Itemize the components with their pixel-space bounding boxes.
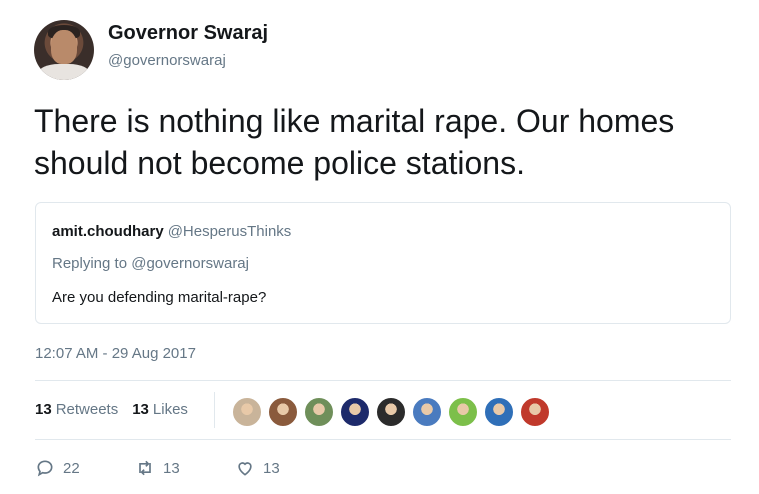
avatar-3[interactable]	[304, 397, 334, 427]
likes-stat[interactable]: 13 Likes	[132, 401, 188, 418]
reply-count: 22	[63, 459, 80, 477]
like-count: 13	[263, 459, 280, 477]
author-name[interactable]: Governor Swaraj	[108, 22, 268, 45]
engagement-stats: 13 Retweets 13 Likes	[35, 401, 188, 418]
author-avatar[interactable]	[34, 20, 94, 80]
likes-count: 13	[132, 401, 149, 418]
retweets-count: 13	[35, 401, 52, 418]
retweets-stat[interactable]: 13 Retweets	[35, 401, 118, 418]
retweet-count: 13	[163, 459, 180, 477]
likes-label: Likes	[152, 401, 188, 418]
reply-button[interactable]: 22	[35, 458, 135, 478]
retweets-label: Retweets	[55, 401, 119, 418]
stats-separator	[214, 392, 215, 428]
quoted-author-handle: @HesperusThinks	[167, 223, 292, 240]
tweet-timestamp[interactable]: 12:07 AM - 29 Aug 2017	[35, 345, 196, 362]
quoted-tweet-text: Are you defending marital-rape?	[52, 289, 267, 306]
avatar-1[interactable]	[232, 397, 262, 427]
avatar-7[interactable]	[448, 397, 478, 427]
like-button[interactable]: 13	[235, 458, 280, 478]
avatar-9[interactable]	[520, 397, 550, 427]
avatar-2[interactable]	[268, 397, 298, 427]
author-handle[interactable]: @governorswaraj	[108, 52, 226, 69]
liker-avatars	[232, 397, 550, 427]
avatar-4[interactable]	[340, 397, 370, 427]
quoted-tweet[interactable]: amit.choudhary @HesperusThinks Replying t…	[35, 202, 731, 324]
avatar-6[interactable]	[412, 397, 442, 427]
quoted-author-name: amit.choudhary	[52, 223, 164, 240]
reply-icon	[37, 460, 53, 477]
tweet-actions: 22 13 13	[35, 458, 280, 478]
tweet-text: There is nothing like marital rape. Our …	[34, 103, 675, 181]
avatar-5[interactable]	[376, 397, 406, 427]
quoted-replying-to: Replying to @governorswaraj	[52, 255, 249, 272]
divider	[35, 439, 731, 440]
divider	[35, 380, 731, 381]
avatar-8[interactable]	[484, 397, 514, 427]
quoted-tweet-header: amit.choudhary @HesperusThinks	[52, 223, 291, 240]
retweet-button[interactable]: 13	[135, 458, 235, 478]
heart-icon	[238, 462, 252, 476]
retweet-icon	[139, 460, 151, 476]
